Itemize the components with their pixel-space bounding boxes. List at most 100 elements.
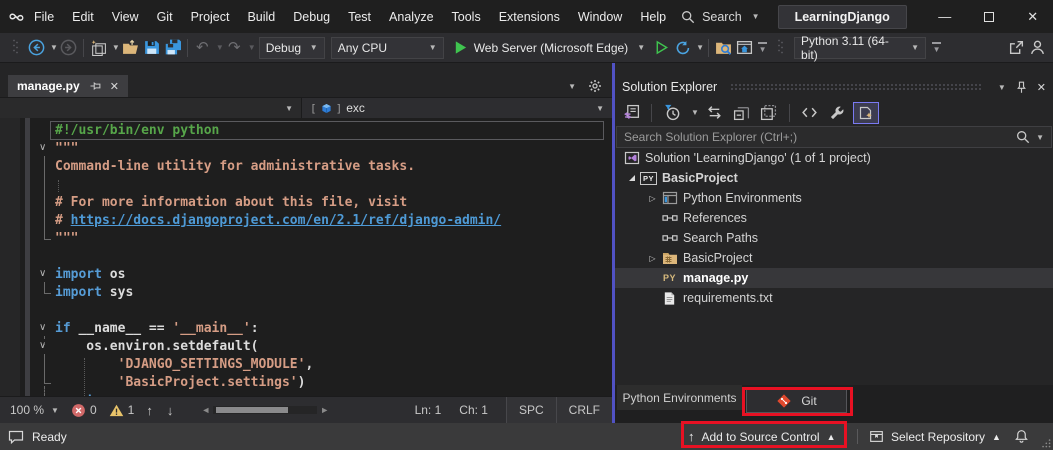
navigate-forward-button[interactable]: [58, 36, 79, 60]
collapse-region-icon[interactable]: ∨: [39, 322, 51, 333]
menu-tools[interactable]: Tools: [443, 5, 490, 29]
menu-edit[interactable]: Edit: [63, 5, 103, 29]
menu-window[interactable]: Window: [569, 5, 631, 29]
previous-issue-button[interactable]: ↑: [146, 403, 153, 418]
menu-project[interactable]: Project: [182, 5, 239, 29]
line-indicator[interactable]: Ln: 1: [415, 403, 442, 417]
code-line[interactable]: """: [55, 140, 78, 158]
warning-count[interactable]: 1: [109, 403, 135, 418]
collapse-arrow-icon[interactable]: [623, 175, 640, 181]
collapse-region-icon[interactable]: ∨: [39, 142, 51, 153]
web-browser-button[interactable]: [734, 36, 755, 60]
code-line[interactable]: """: [55, 230, 78, 248]
tab-git[interactable]: Git: [746, 389, 847, 413]
expand-arrow-icon[interactable]: ▷: [644, 254, 661, 263]
line-ending-indicator[interactable]: CRLF: [556, 397, 612, 423]
code-line[interactable]: os.environ.setdefault(: [55, 338, 259, 356]
chevron-down-icon[interactable]: ▼: [112, 43, 120, 52]
indent-mode-indicator[interactable]: SPC: [506, 397, 556, 423]
tree-item-solution-learningdjango-1-of-1-project-[interactable]: Solution 'LearningDjango' (1 of 1 projec…: [615, 148, 1053, 168]
configuration-combo[interactable]: Debug▼: [259, 37, 325, 59]
chevron-down-icon[interactable]: ▼: [696, 43, 704, 52]
menu-file[interactable]: File: [25, 5, 63, 29]
notifications-button[interactable]: [1014, 423, 1029, 450]
refresh-button[interactable]: [672, 36, 693, 60]
code-line[interactable]: try:: [55, 392, 118, 396]
tree-item-manage-py[interactable]: PYmanage.py: [615, 268, 1053, 288]
navigate-back-button[interactable]: [26, 36, 47, 60]
tree-item-search-paths[interactable]: Search Paths: [615, 228, 1053, 248]
code-line[interactable]: import sys: [55, 284, 133, 302]
error-count[interactable]: 0: [71, 403, 97, 418]
menu-test[interactable]: Test: [339, 5, 380, 29]
menu-build[interactable]: Build: [238, 5, 284, 29]
python-environment-combo[interactable]: Python 3.11 (64-bit)▼: [794, 37, 926, 59]
code-line[interactable]: Command-line utility for administrative …: [55, 158, 415, 176]
next-issue-button[interactable]: ↓: [167, 403, 174, 418]
feedback-bubble-icon[interactable]: [8, 429, 24, 445]
code-line[interactable]: #!/usr/bin/env python: [55, 122, 219, 140]
breakpoint-margin[interactable]: [0, 118, 20, 396]
close-tab-icon[interactable]: ✕: [110, 80, 119, 93]
tree-item-python-environments[interactable]: ▷Python Environments: [615, 188, 1053, 208]
search-icon[interactable]: [1016, 130, 1030, 144]
zoom-level[interactable]: 100 %▼: [10, 403, 59, 417]
search-control[interactable]: Search ▼: [675, 7, 766, 27]
scrollbar-thumb[interactable]: [216, 407, 288, 413]
select-repository-button[interactable]: Select Repository ▲: [869, 423, 1001, 450]
collapse-region-icon[interactable]: ∨: [39, 268, 51, 279]
redo-button[interactable]: ↷: [224, 36, 245, 60]
code-line[interactable]: 'DJANGO_SETTINGS_MODULE',: [55, 356, 313, 374]
chevron-down-icon[interactable]: ▼: [50, 43, 58, 52]
expand-arrow-icon[interactable]: ▷: [644, 194, 661, 203]
column-indicator[interactable]: Ch: 1: [459, 403, 488, 417]
view-code-button[interactable]: [799, 102, 821, 124]
menu-debug[interactable]: Debug: [284, 5, 339, 29]
maximize-button[interactable]: [967, 0, 1011, 33]
collapse-all-button[interactable]: [731, 102, 753, 124]
code-editor[interactable]: #!/usr/bin/env python"""∨Command-line ut…: [0, 118, 612, 396]
open-file-button[interactable]: [120, 36, 141, 60]
menu-help[interactable]: Help: [631, 5, 675, 29]
chevron-down-icon[interactable]: ▼: [216, 43, 224, 52]
add-to-source-control-button[interactable]: ↑ Add to Source Control ▲: [688, 423, 836, 450]
pending-changes-filter-button[interactable]: [661, 102, 683, 124]
toolbar-grip[interactable]: [770, 36, 791, 60]
menu-analyze[interactable]: Analyze: [380, 5, 442, 29]
chevron-down-icon[interactable]: ▼: [248, 43, 256, 52]
code-line[interactable]: import os: [55, 266, 125, 284]
solution-name-box[interactable]: LearningDjango: [778, 5, 907, 29]
chevron-down-icon[interactable]: ▼: [691, 108, 699, 117]
tab-python-environments[interactable]: Python Environments: [617, 385, 742, 410]
start-without-debugging-button[interactable]: [651, 36, 672, 60]
pin-icon[interactable]: [89, 80, 101, 92]
horizontal-scrollbar[interactable]: ◄►: [201, 405, 329, 415]
solution-explorer-search[interactable]: Search Solution Explorer (Ctrl+;) ▼: [616, 126, 1052, 148]
toolbar-overflow-button[interactable]: ▼: [758, 42, 767, 54]
code-line[interactable]: if __name__ == '__main__':: [55, 320, 259, 338]
menu-view[interactable]: View: [103, 5, 148, 29]
window-position-chevron-icon[interactable]: ▼: [998, 83, 1006, 92]
solution-explorer-header[interactable]: Solution Explorer ▼ ✕: [615, 75, 1053, 99]
minimize-button[interactable]: —: [923, 0, 967, 33]
scrollbar-track[interactable]: [213, 406, 317, 414]
close-panel-icon[interactable]: ✕: [1037, 81, 1046, 94]
menu-extensions[interactable]: Extensions: [490, 5, 569, 29]
feedback-button[interactable]: [1027, 36, 1048, 60]
tree-item-requirements-txt[interactable]: requirements.txt: [615, 288, 1053, 308]
document-list-chevron-icon[interactable]: ▼: [568, 82, 576, 91]
resize-grip[interactable]: [1039, 436, 1052, 449]
show-all-files-button[interactable]: [758, 102, 780, 124]
new-project-button[interactable]: [88, 36, 109, 60]
code-line[interactable]: # https://docs.djangoproject.com/en/2.1/…: [55, 212, 501, 230]
code-line[interactable]: 'BasicProject.settings'): [55, 374, 305, 392]
find-in-files-button[interactable]: [713, 36, 734, 60]
tree-item-basicproject[interactable]: ▷BasicProject: [615, 248, 1053, 268]
tab-manage-py[interactable]: manage.py ✕: [8, 75, 128, 97]
toolbar-overflow-button[interactable]: ▼: [932, 42, 941, 54]
nav-type-dropdown[interactable]: ▼: [0, 98, 302, 118]
gear-icon[interactable]: [588, 79, 602, 93]
sync-with-active-document-button[interactable]: [704, 102, 726, 124]
close-button[interactable]: ✕: [1011, 0, 1053, 33]
platform-combo[interactable]: Any CPU▼: [331, 37, 444, 59]
